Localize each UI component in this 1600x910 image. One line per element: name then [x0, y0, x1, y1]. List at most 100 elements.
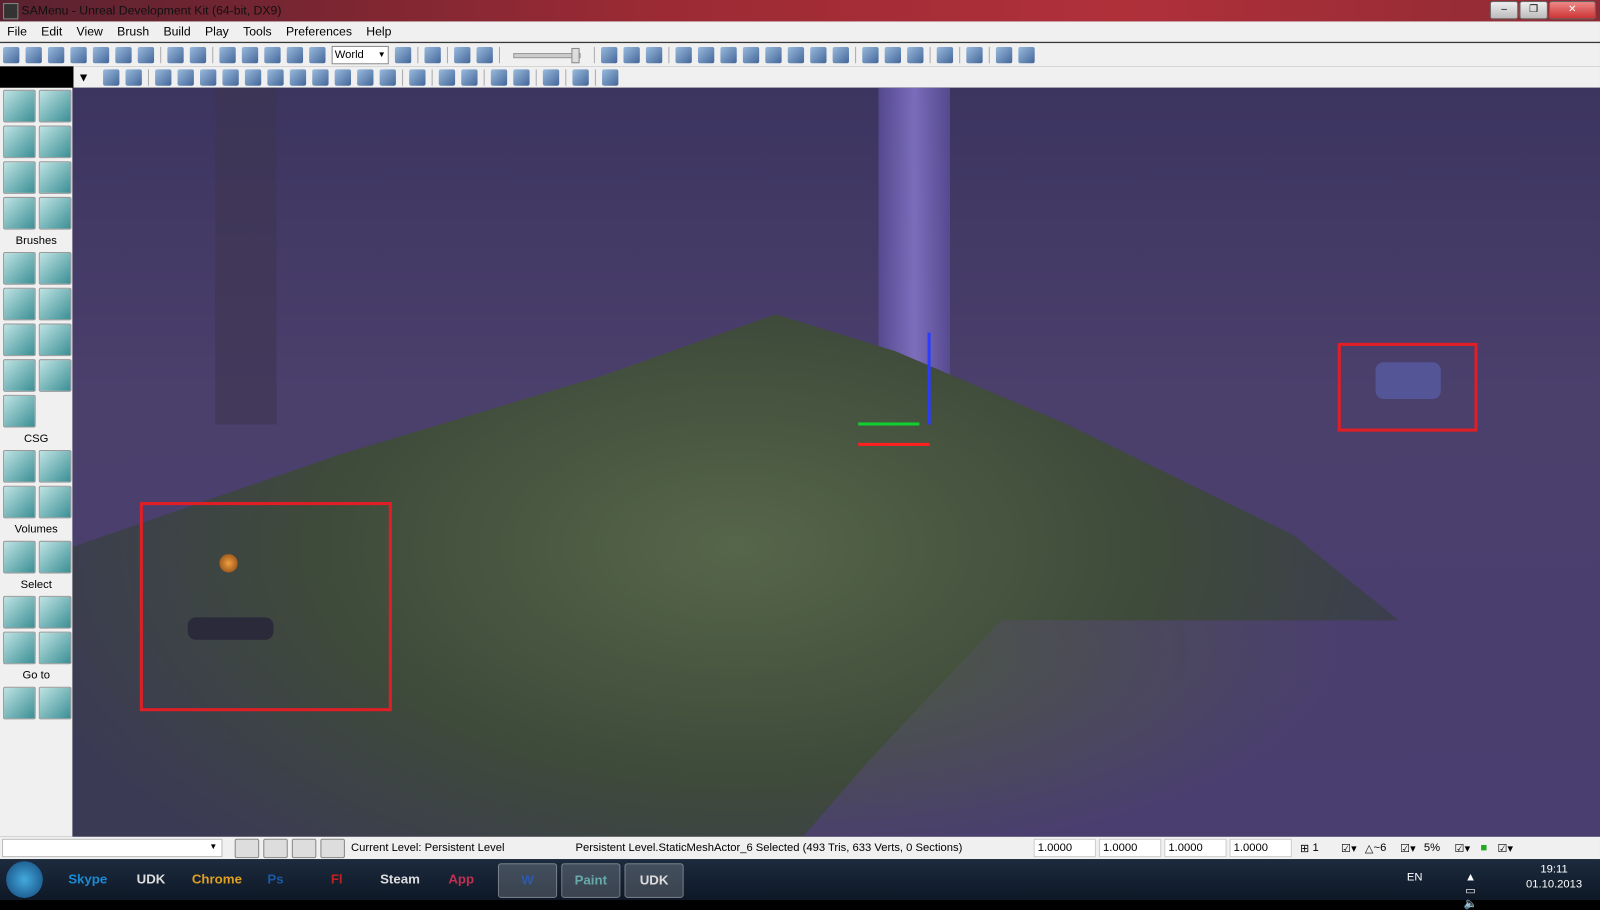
unreal-icon[interactable] [424, 46, 441, 64]
clock-date[interactable]: 01.10.2013 [1518, 879, 1589, 891]
taskbar-app-app[interactable]: App [441, 863, 482, 896]
favorite-icon[interactable] [70, 46, 87, 64]
taskbar-app-paint[interactable]: Paint [561, 863, 621, 898]
map-icon[interactable] [907, 46, 924, 64]
actor-sprite-icon[interactable] [1375, 362, 1441, 399]
scale-snap-checkbox[interactable]: ☑▾ [1455, 841, 1471, 854]
warning-icon[interactable] [263, 838, 288, 858]
drag-grid-icon[interactable] [234, 838, 260, 858]
actor-icon[interactable] [490, 68, 508, 86]
viewport-menu-dropdown[interactable]: ▼ [78, 70, 90, 84]
viewport-icon[interactable] [542, 68, 560, 86]
save-icon[interactable] [92, 46, 110, 64]
csg-deintersect-icon[interactable] [38, 485, 72, 519]
3d-viewport[interactable] [72, 87, 1600, 837]
taskbar-app-ps[interactable]: Ps [255, 863, 296, 896]
value-field[interactable]: 1.0000 [1164, 838, 1227, 858]
landscape-icon[interactable] [38, 161, 72, 194]
spiral-stairs-icon[interactable] [3, 359, 36, 392]
value-field[interactable]: 1.0000 [1229, 838, 1292, 858]
menu-help[interactable]: Help [359, 21, 398, 41]
distance-slider[interactable] [513, 47, 581, 63]
wireframe-icon[interactable] [154, 68, 172, 86]
geometry-mode-icon[interactable] [38, 89, 72, 123]
shader-complexity-icon[interactable] [334, 68, 351, 86]
scale-snap[interactable]: 5% [1424, 842, 1455, 854]
terrain-mode-icon[interactable] [3, 125, 36, 159]
invert-selection-icon[interactable] [3, 631, 36, 665]
hide-selected-icon[interactable] [38, 595, 72, 629]
menu-file[interactable]: File [0, 21, 34, 41]
value-field[interactable]: 1.0000 [1033, 838, 1096, 858]
volume-list-icon[interactable] [38, 540, 72, 574]
add-volume-icon[interactable] [3, 540, 36, 574]
go-to-actor-icon[interactable] [3, 686, 36, 720]
dropdown-icon[interactable] [47, 46, 65, 64]
game-view-icon[interactable] [409, 68, 426, 86]
taskbar-app-chrome[interactable]: Chrome [192, 863, 242, 896]
column-icon[interactable] [291, 838, 317, 858]
gizmo-y-axis[interactable] [858, 422, 920, 426]
camera-mode-icon[interactable] [3, 89, 36, 123]
gizmo-z-axis[interactable] [927, 332, 931, 425]
save-all-icon[interactable] [115, 46, 132, 64]
rotation-snap-checkbox[interactable]: ☑▾ [1400, 841, 1416, 854]
build-geometry-icon[interactable] [675, 46, 692, 64]
content-browser-icon[interactable] [601, 46, 618, 64]
check-level-icon[interactable] [320, 838, 345, 858]
lightmap-density-icon[interactable] [357, 68, 374, 86]
rotate-icon[interactable] [264, 46, 281, 64]
menu-preferences[interactable]: Preferences [279, 21, 359, 41]
language-indicator[interactable]: EN [1407, 871, 1423, 883]
detail-lighting-icon[interactable] [244, 68, 262, 86]
build-all-icon[interactable] [765, 46, 782, 64]
slider-handle[interactable] [571, 47, 580, 63]
console-icon[interactable] [966, 46, 983, 64]
scene-icon[interactable] [623, 46, 640, 64]
texture-density-icon[interactable] [312, 68, 329, 86]
find-icon[interactable] [394, 46, 412, 64]
lock-icon[interactable] [438, 68, 455, 86]
swarm-icon[interactable] [832, 46, 849, 64]
menu-play[interactable]: Play [198, 21, 236, 41]
copy-icon[interactable] [137, 46, 155, 64]
restore-button[interactable]: ❐ [1519, 1, 1548, 20]
go-to-builder-brush-icon[interactable] [38, 686, 72, 720]
brush-wireframe-icon[interactable] [177, 68, 194, 86]
scale-icon[interactable] [286, 46, 304, 64]
realtime-icon[interactable] [513, 68, 530, 86]
grid-toggle-checkbox[interactable]: ☑▾ [1341, 841, 1357, 854]
play-in-editor-icon[interactable] [995, 46, 1013, 64]
clock-time[interactable]: 19:11 [1518, 863, 1589, 875]
menu-build[interactable]: Build [156, 21, 198, 41]
play-icon[interactable] [1018, 46, 1035, 64]
linear-stairs-icon[interactable] [3, 323, 36, 357]
show-selected-icon[interactable] [3, 595, 36, 629]
sheet-brush-icon[interactable] [38, 323, 72, 357]
light-complexity-icon[interactable] [289, 68, 307, 86]
foliage-icon[interactable] [3, 196, 36, 230]
player-start-icon[interactable] [219, 554, 238, 573]
star-icon[interactable] [645, 46, 663, 64]
gizmo-x-axis[interactable] [858, 442, 930, 446]
rotation-snap[interactable]: ~6 [1374, 842, 1401, 854]
lighting-only-icon[interactable] [267, 68, 284, 86]
eye-icon[interactable] [461, 68, 478, 86]
content-icon[interactable] [862, 46, 879, 64]
build-paths-icon[interactable] [720, 46, 737, 64]
scale-nonuniform-icon[interactable] [309, 46, 326, 64]
coordinate-system-select[interactable]: World [331, 45, 389, 65]
lit-icon[interactable] [222, 68, 239, 86]
lighting-wireframe-icon[interactable] [379, 68, 396, 86]
lightmass-icon[interactable] [810, 46, 827, 64]
start-button[interactable] [6, 861, 43, 898]
play-viewport-icon[interactable] [572, 68, 589, 86]
value-field[interactable]: 1.0000 [1098, 838, 1162, 858]
udk-app-icon[interactable] [3, 3, 19, 20]
csg-intersect-icon[interactable] [3, 485, 36, 519]
tray-icons[interactable]: ▲ ▭ 🔈 [1464, 871, 1478, 910]
unlit-icon[interactable] [199, 68, 217, 86]
csg-subtract-icon[interactable] [38, 449, 72, 483]
taskbar-app-steam[interactable]: Steam [380, 863, 421, 896]
matinee-icon[interactable] [476, 46, 493, 64]
